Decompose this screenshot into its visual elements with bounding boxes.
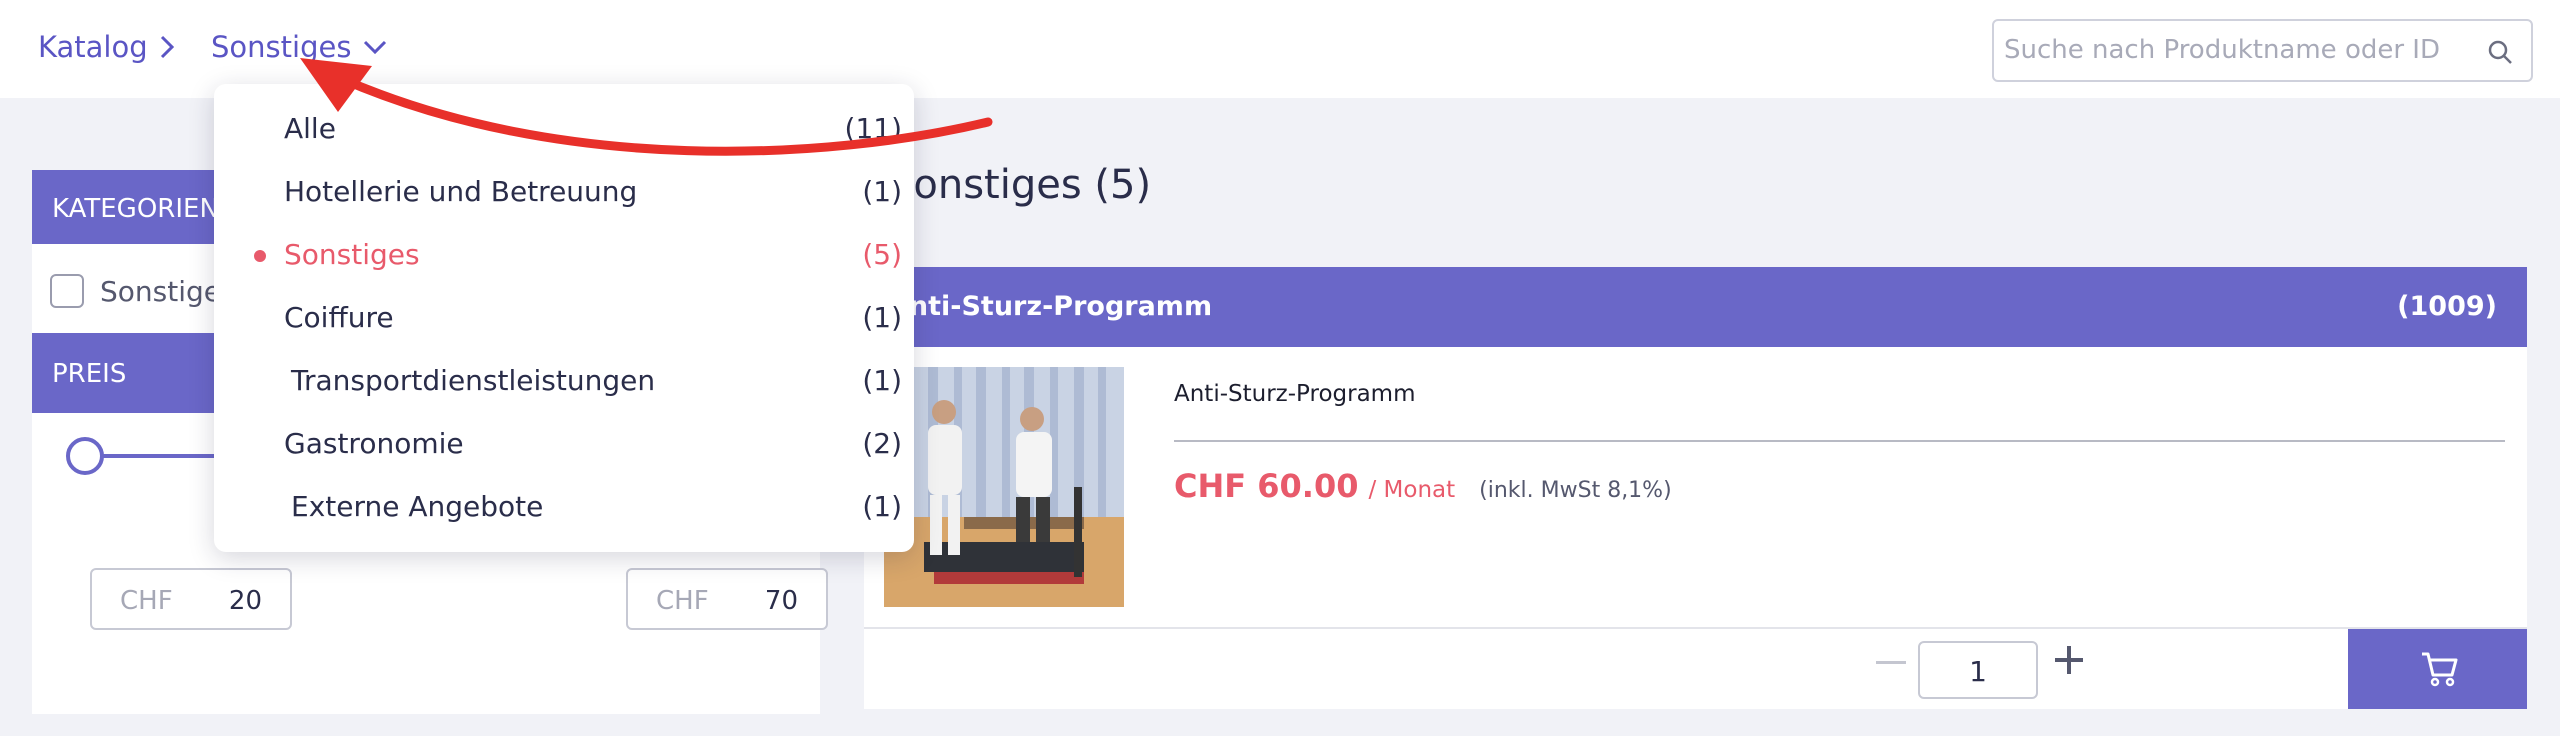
price-slider-min-handle[interactable]: [66, 437, 104, 475]
price-min-value[interactable]: 20: [229, 586, 262, 616]
product-vat-note: (inkl. MwSt 8,1%): [1479, 478, 1672, 503]
price-min-field[interactable]: CHF 20: [90, 568, 292, 630]
price-max-value[interactable]: 70: [765, 586, 798, 616]
dropdown-item-hotellerie[interactable]: Hotellerie und Betreuung (1): [214, 159, 914, 219]
product-card-header: Anti-Sturz-Programm (1009): [864, 267, 2527, 347]
dropdown-item-externe[interactable]: Externe Angebote (1): [214, 474, 914, 534]
product-card-header-name: Anti-Sturz-Programm: [888, 291, 1213, 322]
search-box: [1992, 19, 2533, 82]
dropdown-item-count: (1): [862, 364, 902, 397]
dropdown-item-count: (1): [862, 301, 902, 334]
dropdown-item-sonstiges[interactable]: Sonstiges (5): [214, 222, 914, 282]
page-title: Sonstiges (5): [888, 162, 1152, 208]
price-min-currency: CHF: [120, 586, 173, 616]
dropdown-item-label: Gastronomie: [284, 427, 464, 460]
dropdown-item-label: Alle: [284, 112, 336, 145]
add-to-cart-button[interactable]: [2348, 629, 2527, 709]
plus-icon[interactable]: [2052, 643, 2086, 677]
dropdown-item-count: (1): [862, 490, 902, 523]
cart-icon: [2422, 652, 2458, 687]
dropdown-item-label: Transportdienstleistungen: [291, 364, 656, 397]
dropdown-item-coiffure[interactable]: Coiffure (1): [214, 285, 914, 345]
dropdown-item-label: Hotellerie und Betreuung: [284, 175, 638, 208]
product-divider: [1174, 440, 2505, 442]
dropdown-item-label: Externe Angebote: [291, 490, 544, 523]
product-card-header-code: (1009): [2397, 291, 2497, 322]
dropdown-item-label: Sonstiges: [284, 238, 420, 271]
dropdown-item-label: Coiffure: [284, 301, 394, 334]
dropdown-item-gastronomie[interactable]: Gastronomie (2): [214, 411, 914, 471]
product-price: CHF 60.00: [1174, 467, 1359, 505]
product-name[interactable]: Anti-Sturz-Programm: [1174, 381, 1416, 407]
dropdown-item-count: (5): [862, 238, 902, 271]
price-max-field[interactable]: CHF 70: [626, 568, 828, 630]
product-image[interactable]: [884, 367, 1124, 607]
product-card: Anti-Sturz-Programm CHF 60.00 / Monat (i…: [864, 347, 2527, 709]
product-price-line: CHF 60.00 / Monat (inkl. MwSt 8,1%): [1174, 467, 1672, 505]
search-icon[interactable]: [2487, 39, 2513, 65]
card-footer-divider: [864, 627, 2527, 629]
chevron-down-icon[interactable]: [363, 39, 387, 55]
product-price-unit: / Monat: [1368, 477, 1456, 503]
breadcrumb-katalog[interactable]: Katalog: [38, 30, 174, 64]
dropdown-item-count: (11): [844, 112, 902, 145]
dropdown-item-count: (2): [862, 427, 902, 460]
category-filter-row[interactable]: Sonstiges: [50, 274, 236, 308]
category-checkbox[interactable]: [50, 274, 84, 308]
price-max-currency: CHF: [656, 586, 709, 616]
dropdown-item-count: (1): [862, 175, 902, 208]
search-input[interactable]: [2004, 35, 2464, 65]
quantity-input[interactable]: 1: [1918, 641, 2038, 699]
product-photo-graphic: [884, 367, 1124, 607]
dropdown-item-transport[interactable]: Transportdienstleistungen (1): [214, 348, 914, 408]
minus-icon[interactable]: [1876, 661, 1906, 664]
chevron-right-icon: [160, 35, 174, 59]
active-indicator-dot: [254, 250, 266, 262]
category-dropdown-menu: Alle (11) Hotellerie und Betreuung (1) S…: [214, 84, 914, 552]
dropdown-item-alle[interactable]: Alle (11): [214, 96, 914, 156]
breadcrumb-current-label[interactable]: Sonstiges: [211, 30, 351, 64]
breadcrumb-katalog-label[interactable]: Katalog: [38, 30, 148, 64]
breadcrumb-category-dropdown[interactable]: Sonstiges: [211, 30, 387, 64]
